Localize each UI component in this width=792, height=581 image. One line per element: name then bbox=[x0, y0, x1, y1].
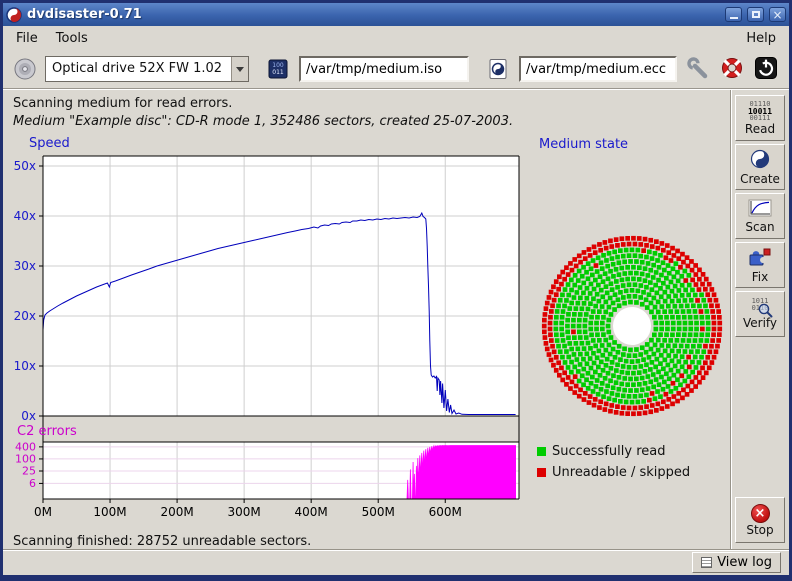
svg-text:100: 100 bbox=[272, 62, 284, 69]
svg-text:0M: 0M bbox=[34, 505, 52, 519]
action-sidebar: 01110 10011 00111 Read Create bbox=[730, 90, 789, 549]
svg-text:200M: 200M bbox=[160, 505, 193, 519]
minimize-icon bbox=[730, 17, 738, 19]
toolbar: Optical drive 52X FW 1.02 100 011 bbox=[3, 50, 789, 88]
svg-text:600M: 600M bbox=[429, 505, 462, 519]
footer-bar: View log bbox=[3, 549, 789, 575]
svg-text:500M: 500M bbox=[362, 505, 395, 519]
svg-text:25: 25 bbox=[22, 464, 36, 477]
scan-button[interactable]: Scan bbox=[735, 193, 785, 239]
quit-button[interactable] bbox=[753, 55, 779, 84]
menu-file[interactable]: File bbox=[7, 28, 47, 49]
close-button[interactable]: × bbox=[769, 7, 786, 22]
create-button[interactable]: Create bbox=[735, 144, 785, 190]
scan-result-status: Scanning finished: 28752 unreadable sect… bbox=[3, 531, 730, 549]
verify-magnifier-icon: 1011 0110 bbox=[747, 298, 773, 316]
svg-text:C2 errors: C2 errors bbox=[17, 424, 77, 439]
svg-text:10x: 10x bbox=[14, 359, 36, 373]
window-title: dvdisaster-0.71 bbox=[27, 7, 720, 22]
stop-label: Stop bbox=[746, 524, 773, 537]
maximize-icon bbox=[752, 11, 760, 18]
puzzle-fix-icon bbox=[748, 247, 772, 270]
svg-text:20x: 20x bbox=[14, 309, 36, 323]
legend-label-success: Successfully read bbox=[552, 444, 665, 459]
red-swatch-icon bbox=[537, 468, 546, 477]
disc-legend: Successfully read Unreadable / skipped bbox=[537, 444, 730, 480]
menubar: File Tools Help bbox=[3, 26, 789, 50]
binary-read-icon: 01110 10011 00111 bbox=[748, 101, 772, 122]
stop-button[interactable]: × Stop bbox=[735, 497, 785, 543]
svg-text:40x: 40x bbox=[14, 209, 36, 223]
app-icon bbox=[6, 7, 22, 23]
lifebelt-icon bbox=[720, 56, 744, 83]
legend-item-unreadable: Unreadable / skipped bbox=[537, 465, 730, 480]
verify-button[interactable]: 1011 0110 Verify bbox=[735, 291, 785, 337]
fix-label: Fix bbox=[752, 271, 768, 284]
svg-text:400: 400 bbox=[15, 440, 36, 453]
svg-text:300M: 300M bbox=[227, 505, 260, 519]
status-line-1: Scanning medium for read errors. bbox=[13, 95, 730, 113]
read-label: Read bbox=[745, 123, 775, 136]
iso-file-icon: 100 011 bbox=[267, 58, 289, 80]
scan-label: Scan bbox=[745, 221, 774, 234]
verify-label: Verify bbox=[743, 317, 777, 330]
read-button[interactable]: 01110 10011 00111 Read bbox=[735, 95, 785, 141]
svg-text:30x: 30x bbox=[14, 259, 36, 273]
green-swatch-icon bbox=[537, 447, 546, 456]
svg-text:100: 100 bbox=[15, 452, 36, 465]
drive-selector-value: Optical drive 52X FW 1.02 bbox=[46, 57, 231, 81]
minimize-button[interactable] bbox=[725, 7, 742, 22]
yin-yang-create-icon bbox=[750, 149, 770, 172]
drive-selector[interactable]: Optical drive 52X FW 1.02 bbox=[45, 56, 249, 82]
speed-and-c2-chart: 0M 100M 200M 300M 400M 500M 600M 0x 10x 20x 30x 40x… bbox=[13, 134, 533, 526]
menu-help[interactable]: Help bbox=[737, 28, 785, 49]
create-label: Create bbox=[740, 173, 780, 186]
disc-state-visualization bbox=[534, 228, 730, 424]
scan-graph-icon bbox=[748, 199, 772, 220]
view-log-button[interactable]: View log bbox=[692, 552, 781, 573]
stop-x-icon: × bbox=[751, 504, 770, 523]
medium-state-title: Medium state bbox=[539, 137, 730, 152]
iso-file-input[interactable] bbox=[299, 56, 469, 82]
ecc-file-icon bbox=[487, 58, 509, 80]
svg-text:100M: 100M bbox=[93, 505, 126, 519]
ecc-file-input[interactable] bbox=[519, 56, 677, 82]
view-log-label: View log bbox=[717, 555, 772, 570]
optical-drive-icon bbox=[13, 57, 37, 81]
app-window: dvdisaster-0.71 × File Tools Help Optica… bbox=[0, 0, 792, 581]
svg-text:400M: 400M bbox=[295, 505, 328, 519]
status-line-2: Medium "Example disc": CD-R mode 1, 3524… bbox=[13, 113, 730, 131]
charts-panel: 0M 100M 200M 300M 400M 500M 600M 0x 10x 20x 30x 40x… bbox=[3, 134, 533, 531]
wrench-icon bbox=[686, 56, 710, 83]
svg-text:Speed: Speed bbox=[29, 136, 70, 151]
menu-tools[interactable]: Tools bbox=[47, 28, 97, 49]
legend-label-unreadable: Unreadable / skipped bbox=[552, 465, 690, 480]
maximize-button[interactable] bbox=[747, 7, 764, 22]
medium-state-panel: Medium state Successfully read Unreadabl… bbox=[533, 134, 730, 531]
titlebar[interactable]: dvdisaster-0.71 × bbox=[3, 3, 789, 26]
power-icon bbox=[754, 56, 778, 83]
status-area: Scanning medium for read errors. Medium … bbox=[3, 90, 730, 134]
fix-button[interactable]: Fix bbox=[735, 242, 785, 288]
log-icon bbox=[701, 557, 712, 568]
svg-text:0x: 0x bbox=[21, 409, 36, 423]
svg-text:50x: 50x bbox=[14, 159, 36, 173]
svg-text:011: 011 bbox=[272, 69, 284, 76]
help-button[interactable] bbox=[719, 55, 745, 84]
preferences-button[interactable] bbox=[685, 55, 711, 84]
legend-item-success: Successfully read bbox=[537, 444, 730, 459]
dropdown-arrow-icon[interactable] bbox=[231, 57, 248, 81]
svg-text:6: 6 bbox=[29, 477, 36, 490]
